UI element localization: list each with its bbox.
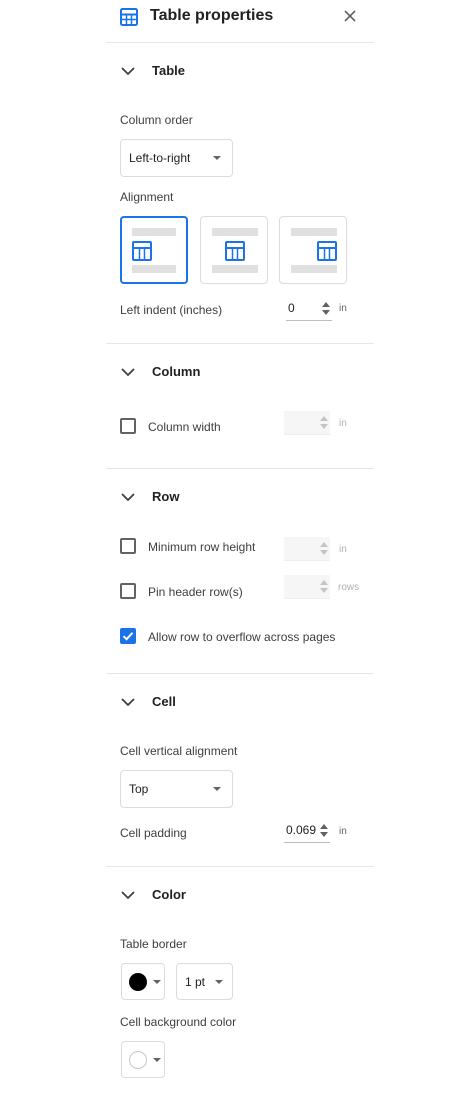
- section-divider: [106, 866, 374, 867]
- min-row-height-input[interactable]: [284, 537, 330, 561]
- placeholder-line: [132, 228, 176, 236]
- cell-padding-input[interactable]: 0.069: [284, 819, 330, 843]
- spinner-icon[interactable]: [322, 302, 330, 315]
- overflow-checkbox[interactable]: [120, 628, 136, 644]
- placeholder-line: [291, 265, 337, 273]
- column-width-unit: in: [339, 418, 347, 429]
- cell-background-swatch: [129, 1051, 147, 1069]
- cell-vertical-alignment-label: Cell vertical alignment: [120, 744, 238, 758]
- section-title-color: Color: [152, 887, 186, 902]
- section-divider: [106, 673, 374, 674]
- chevron-down-icon: [121, 368, 135, 377]
- column-width-input[interactable]: [284, 411, 330, 435]
- placeholder-line: [291, 228, 337, 236]
- header-divider: [106, 42, 374, 43]
- align-right-button[interactable]: [279, 216, 347, 284]
- align-center-button[interactable]: [200, 216, 268, 284]
- pin-header-unit: rows: [338, 582, 360, 593]
- cell-padding-value: 0.069: [286, 823, 317, 837]
- left-indent-unit: in: [339, 303, 347, 314]
- left-indent-label: Left indent (inches): [120, 303, 223, 317]
- cell-vertical-alignment-value: Top: [129, 782, 149, 796]
- pin-header-checkbox[interactable]: [120, 583, 136, 599]
- min-row-height-checkbox[interactable]: [120, 538, 136, 554]
- caret-down-icon: [153, 1058, 161, 1062]
- spinner-icon: [320, 542, 328, 555]
- alignment-label: Alignment: [120, 190, 174, 204]
- chevron-down-icon: [121, 67, 135, 76]
- column-width-label: Column width: [148, 420, 221, 434]
- caret-down-icon: [215, 980, 223, 984]
- table-properties-panel: Table properties Table Column order Left…: [106, 0, 374, 1093]
- section-header-color[interactable]: Color: [120, 886, 280, 904]
- column-width-checkbox[interactable]: [120, 418, 136, 434]
- cell-background-color-button[interactable]: [121, 1041, 165, 1078]
- column-order-value: Left-to-right: [129, 151, 191, 165]
- table-icon: [120, 8, 138, 26]
- section-divider: [106, 343, 374, 344]
- caret-down-icon: [213, 787, 221, 791]
- cell-background-label: Cell background color: [120, 1015, 237, 1029]
- border-width-dropdown[interactable]: 1 pt: [176, 963, 233, 1000]
- border-color-button[interactable]: [121, 963, 165, 1000]
- min-row-height-unit: in: [339, 544, 347, 555]
- section-title-row: Row: [152, 489, 180, 504]
- table-align-center-icon: [225, 241, 245, 261]
- align-left-button[interactable]: [120, 216, 188, 284]
- section-header-cell[interactable]: Cell: [120, 693, 280, 711]
- section-divider: [106, 468, 374, 469]
- column-order-dropdown[interactable]: Left-to-right: [120, 139, 233, 177]
- pin-header-label: Pin header row(s): [148, 585, 243, 599]
- border-width-value: 1 pt: [185, 975, 206, 989]
- section-header-row[interactable]: Row: [120, 488, 280, 506]
- section-title-cell: Cell: [152, 694, 176, 709]
- section-header-table[interactable]: Table: [120, 62, 280, 80]
- chevron-down-icon: [121, 698, 135, 707]
- table-align-right-icon: [317, 241, 337, 261]
- check-icon: [122, 632, 134, 641]
- spinner-icon[interactable]: [320, 824, 328, 837]
- caret-down-icon: [153, 980, 161, 984]
- pin-header-input[interactable]: [284, 575, 330, 599]
- left-indent-input[interactable]: 0: [286, 297, 332, 321]
- chevron-down-icon: [121, 493, 135, 502]
- table-border-label: Table border: [120, 937, 187, 951]
- spinner-icon: [320, 416, 328, 429]
- section-title-table: Table: [152, 63, 185, 78]
- panel-title: Table properties: [150, 7, 274, 24]
- column-order-label: Column order: [120, 113, 193, 127]
- min-row-height-label: Minimum row height: [148, 540, 256, 554]
- cell-vertical-alignment-dropdown[interactable]: Top: [120, 770, 233, 808]
- left-indent-value: 0: [288, 301, 295, 315]
- cell-padding-unit: in: [339, 826, 347, 837]
- border-color-swatch: [129, 973, 147, 991]
- overflow-label: Allow row to overflow across pages: [148, 630, 336, 644]
- section-title-column: Column: [152, 364, 201, 379]
- chevron-down-icon: [121, 891, 135, 900]
- table-align-left-icon: [132, 241, 152, 261]
- spinner-icon: [320, 580, 328, 593]
- close-icon[interactable]: [342, 8, 358, 24]
- section-header-column[interactable]: Column: [120, 363, 280, 381]
- caret-down-icon: [213, 156, 221, 160]
- cell-padding-label: Cell padding: [120, 826, 187, 840]
- placeholder-line: [132, 265, 176, 273]
- placeholder-line: [212, 265, 258, 273]
- placeholder-line: [212, 228, 258, 236]
